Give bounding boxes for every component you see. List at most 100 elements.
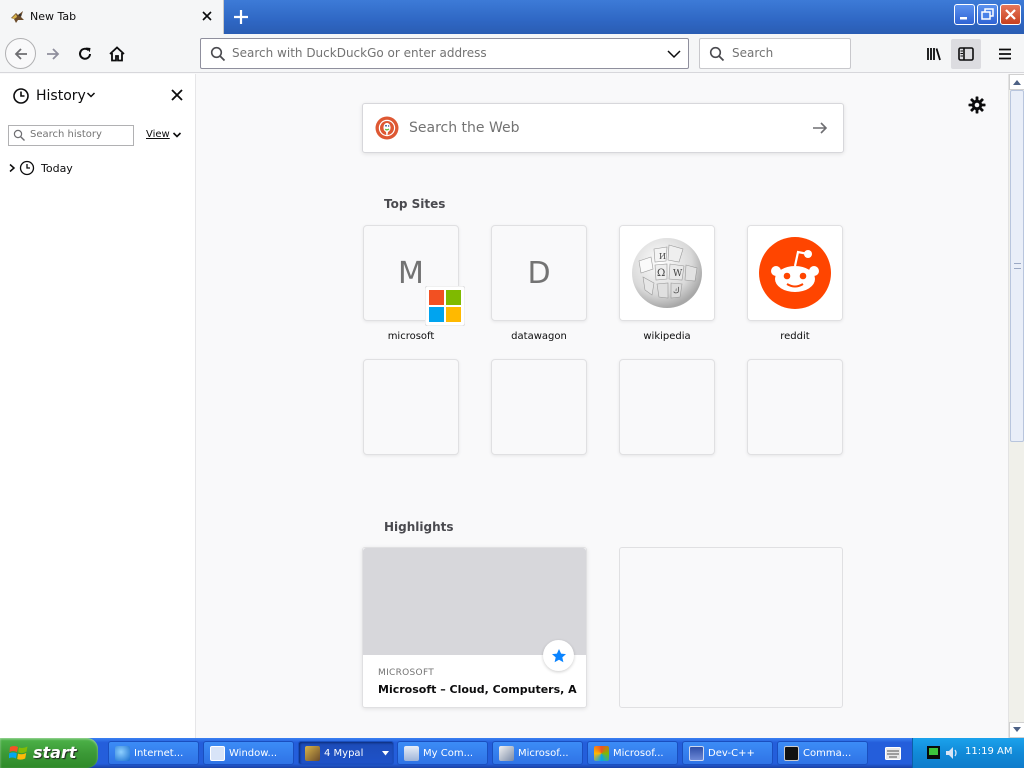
highlight-thumbnail: [363, 548, 586, 655]
top-site-label[interactable]: microsoft: [355, 331, 467, 342]
taskbar-item-internet-explorer[interactable]: Internet...: [108, 741, 199, 765]
tab-new-tab[interactable]: New Tab: [0, 0, 224, 35]
highlight-title: Microsoft – Cloud, Computers, A...: [378, 683, 578, 696]
top-site-empty-slot[interactable]: [619, 359, 715, 455]
highlight-empty-slot: [619, 547, 843, 708]
wikipedia-globe-icon: Ω W И ك: [632, 238, 702, 308]
scroll-grip: [1014, 263, 1021, 269]
web-search-box[interactable]: [362, 103, 844, 153]
taskbar-item-microsoft-1[interactable]: Microsof...: [492, 741, 583, 765]
top-site-label[interactable]: reddit: [739, 331, 851, 342]
system-tray: 11:19 AM: [912, 738, 1024, 768]
new-tab-plus-icon[interactable]: [228, 4, 254, 30]
search-icon: [210, 46, 226, 62]
forward-button[interactable]: [38, 39, 68, 69]
sidebar-toggle-button[interactable]: [951, 39, 981, 69]
history-group-today[interactable]: Today: [8, 160, 73, 176]
close-sidebar-icon[interactable]: [168, 86, 186, 104]
tile-image: [748, 226, 842, 320]
minimize-icon: [960, 17, 967, 20]
back-button[interactable]: [5, 38, 36, 69]
keyboard-icon[interactable]: [885, 747, 901, 760]
history-search-input[interactable]: [30, 129, 130, 140]
taskbar-item-my-computer[interactable]: My Com...: [397, 741, 488, 765]
highlight-card[interactable]: MICROSOFT Microsoft – Cloud, Computers, …: [362, 547, 587, 708]
gear-icon[interactable]: [967, 95, 987, 115]
minimize-button[interactable]: [954, 4, 975, 25]
web-search-input[interactable]: [409, 120, 789, 136]
navigation-toolbar: [0, 34, 1024, 73]
svg-text:ك: ك: [673, 286, 680, 295]
scroll-thumb[interactable]: [1010, 90, 1024, 442]
taskbar-item-command-prompt[interactable]: Comma...: [777, 741, 868, 765]
address-input[interactable]: [232, 46, 652, 60]
forward-arrow-icon: [47, 48, 60, 60]
close-window-button[interactable]: [1000, 4, 1021, 25]
home-button[interactable]: [102, 39, 132, 69]
mypal-icon: [305, 745, 320, 761]
browser-window: New Tab Search with DuckDuckGo or enter …: [0, 0, 1024, 768]
svg-text:W: W: [673, 269, 683, 279]
chevron-down-icon[interactable]: [86, 90, 96, 100]
menu-button[interactable]: [990, 39, 1020, 69]
sidebar-title[interactable]: History: [36, 88, 86, 104]
library-button[interactable]: [919, 39, 949, 69]
history-sidebar: History View Today: [0, 74, 196, 738]
library-icon: [927, 48, 941, 61]
taskbar-item-microsoft-2[interactable]: Microsof...: [587, 741, 678, 765]
top-site-label[interactable]: datawagon: [483, 331, 595, 342]
word-icon: [499, 745, 514, 761]
chevron-right-icon[interactable]: [8, 163, 16, 173]
bookmark-star-badge: [543, 640, 574, 671]
windows-logo-icon: [9, 746, 28, 760]
paint-icon: [594, 745, 609, 761]
clock-icon: [13, 88, 29, 104]
taskbar-item-mypal[interactable]: 4 Mypal: [298, 741, 394, 765]
ie-icon: [115, 745, 130, 761]
taskbar-item-dev-cpp[interactable]: Dev-C++: [682, 741, 773, 765]
start-button[interactable]: start: [0, 738, 98, 768]
svg-text:Ω: Ω: [657, 268, 665, 279]
task-label: Internet...: [134, 747, 184, 759]
top-site-empty-slot[interactable]: [747, 359, 843, 455]
top-site-empty-slot[interactable]: [363, 359, 459, 455]
scroll-up-button[interactable]: [1009, 74, 1024, 90]
taskbar-item-windows[interactable]: Window...: [203, 741, 294, 765]
back-arrow-icon: [14, 47, 27, 60]
reload-button[interactable]: [70, 39, 100, 69]
chevron-down-icon: [172, 131, 181, 138]
microsoft-logo-icon: [425, 286, 465, 326]
mypal-favicon-icon: [11, 11, 24, 23]
close-tab-icon[interactable]: [198, 7, 216, 25]
task-label: Window...: [229, 747, 278, 759]
top-site-tile-wikipedia[interactable]: Ω W И ك: [619, 225, 715, 321]
top-site-label[interactable]: wikipedia: [611, 331, 723, 342]
view-button[interactable]: View: [146, 129, 182, 140]
top-sites-heading: Top Sites: [384, 197, 446, 211]
restore-button[interactable]: [977, 4, 998, 25]
volume-icon[interactable]: [944, 745, 960, 761]
bookmark-star-icon: [551, 648, 566, 662]
task-label: Comma...: [803, 747, 852, 759]
window-icon: [210, 745, 225, 761]
arrow-right-icon[interactable]: [811, 119, 829, 137]
history-group-label: Today: [41, 161, 73, 175]
chevron-down-icon[interactable]: [666, 46, 682, 62]
network-icon[interactable]: [927, 746, 940, 759]
search-icon: [13, 129, 25, 141]
task-label: My Com...: [423, 747, 474, 759]
top-site-tile-datawagon[interactable]: D: [491, 225, 587, 321]
devcpp-icon: [689, 745, 704, 761]
scroll-down-icon: [1013, 727, 1021, 732]
top-site-tile-reddit[interactable]: [747, 225, 843, 321]
search-bar[interactable]: [699, 38, 851, 69]
history-search-box[interactable]: [8, 125, 134, 146]
top-site-tile-microsoft[interactable]: M: [363, 225, 465, 326]
search-input[interactable]: [732, 46, 844, 60]
task-label: Dev-C++: [708, 747, 755, 759]
scroll-down-button[interactable]: [1009, 722, 1024, 738]
vertical-scrollbar[interactable]: [1008, 74, 1024, 738]
top-site-empty-slot[interactable]: [491, 359, 587, 455]
address-bar[interactable]: [200, 38, 689, 69]
reload-icon: [79, 47, 91, 60]
